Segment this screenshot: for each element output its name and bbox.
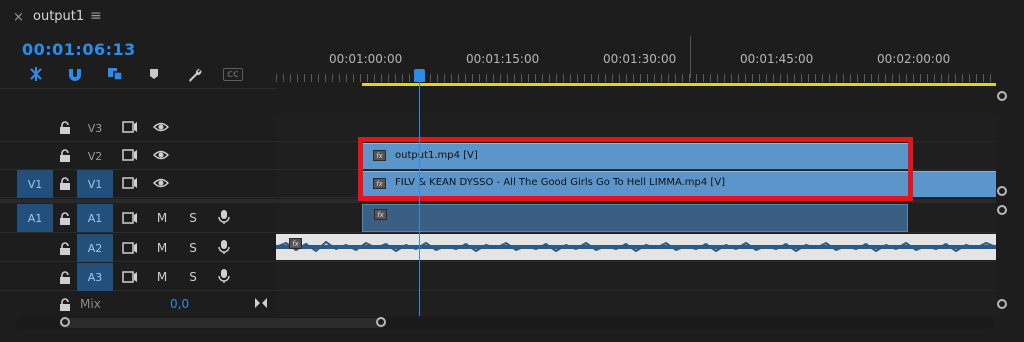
eye-icon[interactable] <box>153 175 169 191</box>
work-area-bar[interactable] <box>362 83 996 86</box>
track-target-v2[interactable]: V2 <box>77 142 113 170</box>
snap-icon[interactable] <box>63 62 87 86</box>
ruler-label: 00:01:30:00 <box>603 52 677 66</box>
lock-icon[interactable] <box>57 119 73 135</box>
mix-track-header[interactable]: Mix 0,0 <box>0 291 276 317</box>
mute-button[interactable]: M <box>154 269 170 285</box>
mix-track-lane[interactable] <box>276 291 996 317</box>
solo-button[interactable]: S <box>185 210 201 226</box>
track-target-a3[interactable]: A3 <box>77 263 113 291</box>
sync-lock-icon[interactable] <box>122 147 138 163</box>
selection-highlight-box <box>358 137 913 201</box>
ruler-ticks <box>276 74 996 82</box>
audio-waveform <box>276 240 996 253</box>
fx-badge[interactable]: fx <box>374 209 387 220</box>
microphone-icon[interactable] <box>216 268 232 284</box>
video-scroll-handle[interactable] <box>997 186 1007 196</box>
mix-volume-value[interactable]: 0,0 <box>170 297 189 311</box>
solo-button[interactable]: S <box>185 240 201 256</box>
sync-lock-icon[interactable] <box>122 269 138 285</box>
lock-icon[interactable] <box>57 147 73 163</box>
lock-icon[interactable] <box>57 269 73 285</box>
go-to-end-icon[interactable] <box>254 294 268 313</box>
linked-selection-icon[interactable] <box>103 62 127 86</box>
ruler-label: 00:02:00:00 <box>877 52 951 66</box>
close-tab-icon[interactable]: × <box>13 10 24 25</box>
track-header-a2[interactable]: A2 M S <box>0 233 276 262</box>
captions-label: CC <box>223 67 243 81</box>
mute-button[interactable]: M <box>154 210 170 226</box>
header-separator <box>0 88 276 89</box>
panel-menu-icon[interactable]: ≡ <box>90 8 102 24</box>
horizontal-scroll-thumb[interactable] <box>60 318 386 328</box>
track-header-v1[interactable]: V1 V1 <box>0 170 276 198</box>
audio-clip-a1[interactable]: fx <box>362 204 908 232</box>
track-header-v2[interactable]: V2 <box>0 142 276 170</box>
playhead-timecode[interactable]: 00:01:06:13 <box>22 40 136 59</box>
microphone-icon[interactable] <box>216 239 232 255</box>
ruler-label: 00:01:00:00 <box>329 52 403 66</box>
fx-badge[interactable]: fx <box>289 238 302 249</box>
lock-icon[interactable] <box>57 210 73 226</box>
sync-lock-icon[interactable] <box>122 210 138 226</box>
nest-sequence-icon[interactable] <box>24 62 48 86</box>
solo-button[interactable]: S <box>185 269 201 285</box>
lock-icon[interactable] <box>57 175 73 191</box>
sync-lock-icon[interactable] <box>122 119 138 135</box>
microphone-icon[interactable] <box>216 209 232 225</box>
zoom-handle-right[interactable] <box>376 317 386 327</box>
track-target-a1[interactable]: A1 <box>77 204 113 232</box>
lock-icon[interactable] <box>57 240 73 256</box>
track-target-v1[interactable]: V1 <box>77 170 113 198</box>
add-marker-icon[interactable] <box>142 62 166 86</box>
track-target-v3[interactable]: V3 <box>77 114 113 142</box>
sequence-tab-title[interactable]: output1 <box>33 9 84 24</box>
sync-lock-icon[interactable] <box>122 240 138 256</box>
track-target-a2[interactable]: A2 <box>77 234 113 262</box>
track-header-a3[interactable]: A3 M S <box>0 262 276 291</box>
audio-clip-a2[interactable]: fx <box>276 234 996 260</box>
source-patch-a1[interactable]: A1 <box>17 204 53 232</box>
playhead-line[interactable] <box>419 78 420 316</box>
ruler-divider <box>690 36 691 78</box>
lock-icon[interactable] <box>57 296 73 312</box>
mix-scroll-handle[interactable] <box>997 299 1007 309</box>
track-header-a1[interactable]: A1 A1 M S <box>0 203 276 233</box>
audio-scroll-handle[interactable] <box>997 205 1007 215</box>
ruler-label: 00:01:15:00 <box>466 52 540 66</box>
source-patch-v1[interactable]: V1 <box>17 170 53 198</box>
wrench-icon[interactable] <box>182 62 206 86</box>
eye-icon[interactable] <box>153 147 169 163</box>
track-header-v3[interactable]: V3 <box>0 114 276 142</box>
mute-button[interactable]: M <box>154 240 170 256</box>
track-lane-a3[interactable] <box>276 262 996 291</box>
sync-lock-icon[interactable] <box>122 175 138 191</box>
vertical-scroll-handle[interactable] <box>997 91 1007 101</box>
ruler-label: 00:01:45:00 <box>740 52 814 66</box>
panel-header <box>0 0 1024 36</box>
captions-icon[interactable]: CC <box>221 62 245 86</box>
eye-icon[interactable] <box>153 119 169 135</box>
mix-label: Mix <box>80 297 101 311</box>
zoom-handle-left[interactable] <box>60 317 70 327</box>
